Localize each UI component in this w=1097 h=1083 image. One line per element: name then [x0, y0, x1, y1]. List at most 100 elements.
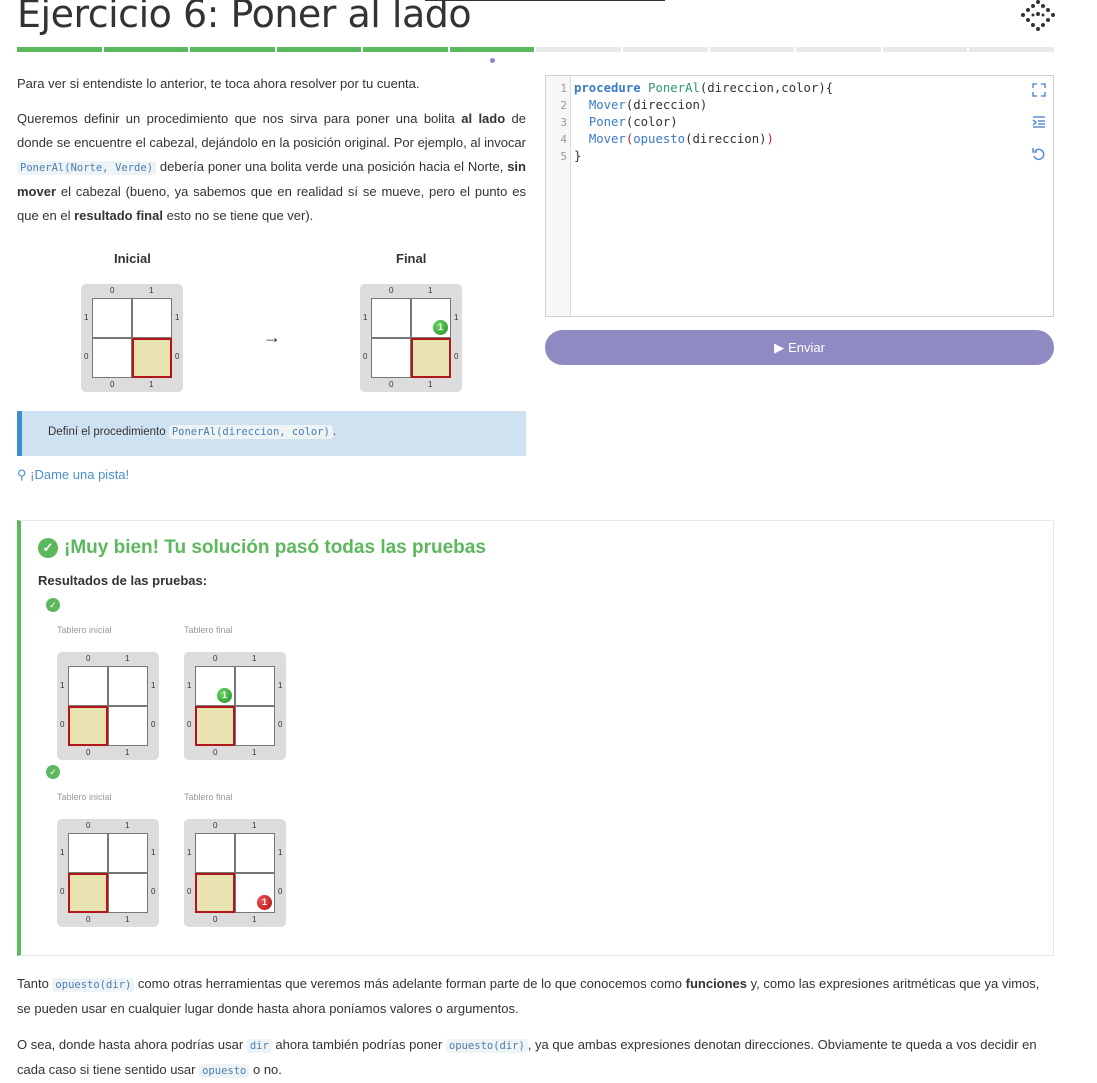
para-text: o no. [249, 1062, 282, 1077]
board-cell-head [68, 706, 108, 746]
example-final-board: 010110101 [360, 284, 462, 392]
board-cell [371, 338, 411, 378]
desc-bold-al-lado: al lado [461, 111, 506, 126]
code-content[interactable]: procedure PonerAl(direccion,color){ Move… [574, 80, 833, 165]
axis-label: 1 [60, 848, 65, 857]
line-number: 3 [560, 116, 567, 129]
progress-segment [969, 47, 1054, 52]
inline-code: PonerAl(direccion, color) [168, 425, 333, 439]
result-title: ✓ ¡Muy bien! Tu solución pasó todas las p… [38, 537, 486, 559]
tb-initial-label: Tablero inicial [57, 625, 112, 635]
board-cell [92, 298, 132, 338]
para-text: ahora también podrías poner [271, 1037, 446, 1052]
code-line-3[interactable]: Poner(color) [574, 114, 833, 131]
axis-label: 0 [278, 887, 283, 896]
line-number: 5 [560, 150, 567, 163]
code-editor[interactable]: 1 2 3 4 5 procedure PonerAl(direccion,color)… [545, 75, 1054, 317]
progress-segment [796, 47, 881, 52]
axis-label: 0 [278, 720, 283, 729]
submit-label: Enviar [788, 340, 825, 355]
desc-text: debería poner una bolita verde una posic… [156, 159, 508, 174]
keyword: procedure [574, 81, 641, 95]
axis-label: 0 [389, 286, 394, 295]
board-cell-head [195, 873, 235, 913]
board-cell-head [411, 338, 451, 378]
procedure-name: PonerAl [648, 81, 700, 95]
reset-icon[interactable] [1031, 146, 1047, 162]
progress-segment [449, 47, 535, 52]
exercise-progress-bar [17, 47, 1054, 53]
axis-label: 1 [151, 681, 156, 690]
axis-label: 1 [252, 915, 257, 924]
axis-label: 1 [125, 748, 130, 757]
board-grid [68, 666, 148, 746]
progress-segment [190, 47, 275, 52]
axis-label: 1 [363, 313, 368, 322]
builtin: Mover [588, 132, 626, 146]
fullscreen-icon[interactable] [1031, 82, 1047, 98]
test2-initial-board: 0 1 0 1 1 0 1 0 [57, 819, 159, 927]
code-text: (direccion) [625, 98, 708, 112]
axis-label: 1 [187, 681, 192, 690]
code-line-4[interactable]: Mover(opuesto(direccion)) [574, 131, 833, 148]
code-text: (color) [625, 115, 678, 129]
hint-label[interactable]: ¡Dame una pista! [30, 467, 129, 482]
result-panel: ✓ ¡Muy bien! Tu solución pasó todas las p… [17, 520, 1054, 956]
axis-label: 0 [86, 915, 91, 924]
axis-label: 1 [125, 915, 130, 924]
board-grid: 1 [195, 833, 275, 913]
board-grid [92, 298, 172, 378]
axis-label: 1 [428, 286, 433, 295]
progress-segment [882, 47, 968, 52]
code-text: (direccion,color){ [699, 81, 834, 95]
axis-label: 1 [454, 313, 459, 322]
instruction-box: Definí el procedimiento PonerAl(direccio… [17, 411, 526, 456]
desc-text: Queremos definir un procedimiento que no… [17, 111, 462, 126]
board-cell-head [195, 706, 235, 746]
description-paragraph: Queremos definir un procedimiento que no… [17, 107, 526, 228]
line-number-gutter: 1 2 3 4 5 [546, 76, 571, 316]
axis-label: 0 [60, 887, 65, 896]
tb-final-label: Tablero final [184, 625, 233, 635]
axis-label: 0 [60, 720, 65, 729]
example-initial-board: 0 1 0 1 1 0 1 0 [81, 284, 183, 392]
code-line-1[interactable]: procedure PonerAl(direccion,color){ [574, 80, 833, 97]
submit-button[interactable]: ▶ Enviar [545, 330, 1054, 365]
code-line-5[interactable]: } [574, 148, 833, 165]
opuesto-paragraph: O sea, donde hasta ahora podrías usar di… [17, 1033, 1054, 1083]
initial-board-label: Inicial [114, 251, 151, 266]
axis-label: 0 [151, 720, 156, 729]
para-text: Tanto [17, 976, 53, 991]
tb-final-label: Tablero final [184, 792, 233, 802]
board-cell [371, 298, 411, 338]
axis-label: 0 [151, 887, 156, 896]
axis-label: 1 [84, 313, 89, 322]
axis-label: 1 [60, 681, 65, 690]
progress-segment [536, 47, 622, 52]
axis-label: 1 [151, 848, 156, 857]
code-line-2[interactable]: Mover(direccion) [574, 97, 833, 114]
axis-label: 1 [125, 654, 130, 663]
green-ball-icon: 1 [433, 320, 448, 335]
axis-label: 1 [252, 821, 257, 830]
title-overline [425, 0, 665, 1]
code-text: (direccion) [685, 132, 767, 146]
desc-text: esto no se tiene que ver). [162, 208, 314, 223]
board-cell-head [68, 873, 108, 913]
indent-icon[interactable] [1031, 114, 1047, 130]
code-text: } [574, 149, 582, 163]
results-heading: Resultados de las pruebas: [38, 573, 208, 588]
axis-label: 0 [86, 654, 91, 663]
board-cell [235, 666, 275, 706]
line-number: 4 [560, 133, 567, 146]
axis-label: 1 [252, 654, 257, 663]
hint-link[interactable]: ⚲ ¡Dame una pista! [17, 467, 129, 483]
lightbulb-icon: ⚲ [17, 467, 27, 482]
axis-label: 0 [389, 380, 394, 389]
axis-label: 0 [213, 654, 218, 663]
progress-segment [623, 47, 708, 52]
builtin: Poner [588, 115, 626, 129]
progress-segment [103, 47, 189, 52]
axis-label: 0 [110, 380, 115, 389]
line-number: 2 [560, 99, 567, 112]
